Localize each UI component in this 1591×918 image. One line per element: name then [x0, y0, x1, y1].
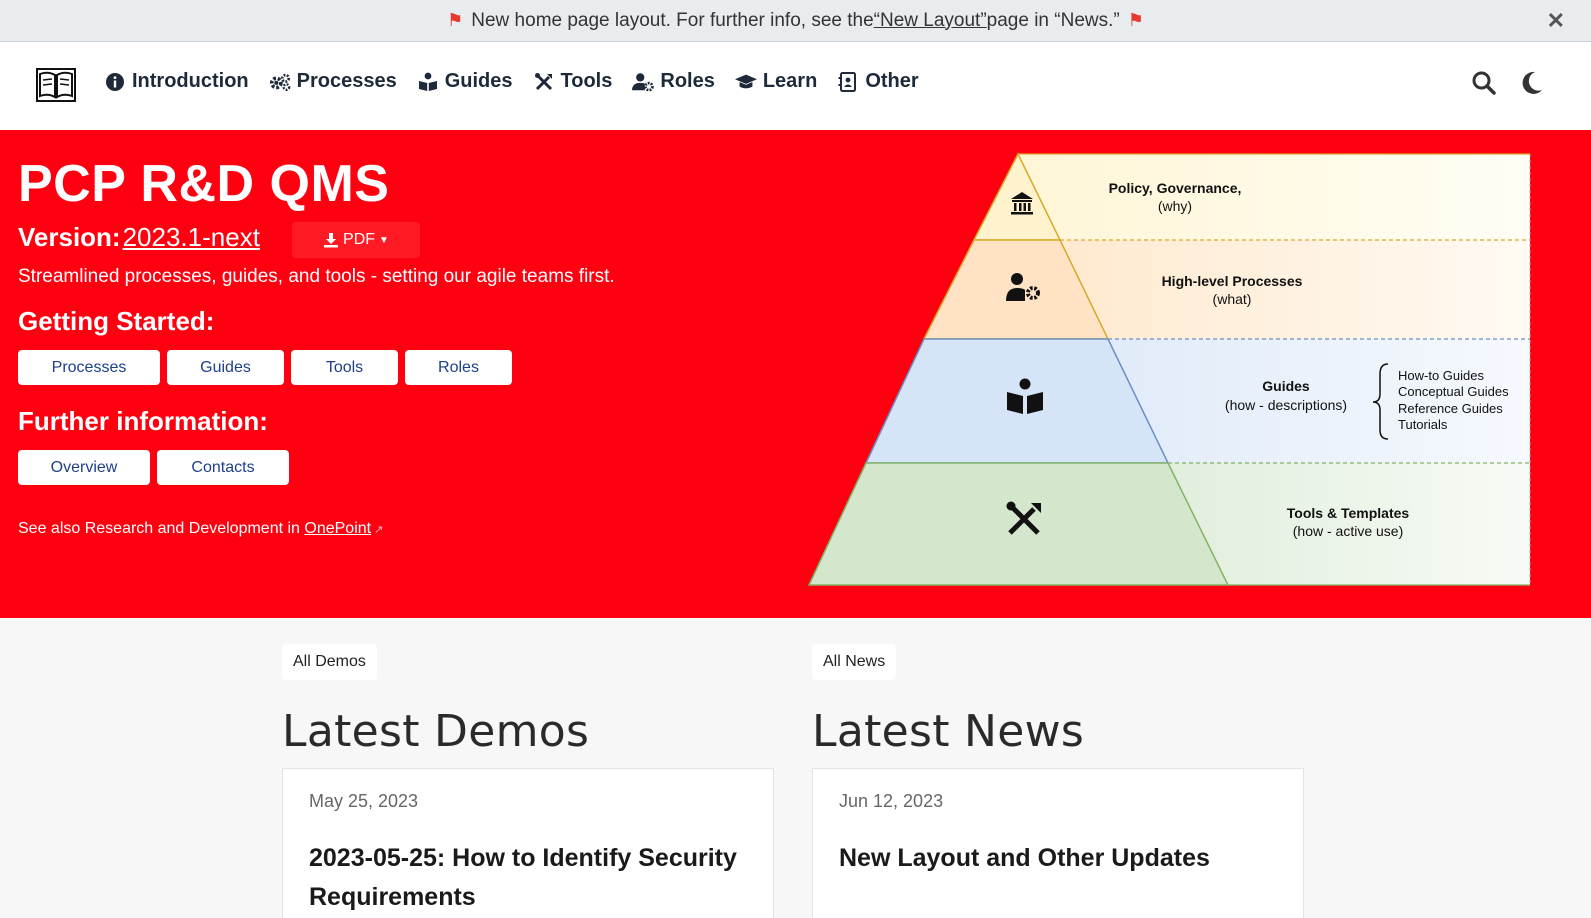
demo-date: May 25, 2023: [309, 791, 419, 811]
pyramid-level-4-title: Tools & Templates: [1287, 505, 1410, 521]
navbar: Introduction Processes Guides Tools Role…: [0, 42, 1591, 130]
all-demos-button[interactable]: All Demos: [282, 644, 377, 680]
pdf-download-button[interactable]: PDF ▼: [292, 222, 420, 258]
nav-right-actions: [1471, 70, 1545, 96]
gears-icon: [269, 73, 290, 91]
further-info-buttons: Overview Contacts: [18, 450, 289, 485]
nav-processes-label: Processes: [296, 70, 397, 92]
getting-started-buttons: Processes Guides Tools Roles: [18, 350, 512, 385]
roles-button[interactable]: Roles: [405, 350, 512, 385]
pyramid-level-2-title: High-level Processes: [1162, 273, 1303, 289]
banner-text-before: New home page layout. For further info, …: [471, 9, 874, 31]
flag-icon: ⚑: [447, 10, 464, 30]
tagline: Streamlined processes, guides, and tools…: [18, 266, 615, 287]
version-line: Version: 2023.1-next: [18, 222, 260, 253]
nav-tools[interactable]: Tools: [533, 70, 613, 93]
external-link-icon: ↗: [371, 524, 384, 536]
moon-icon[interactable]: [1519, 70, 1545, 96]
nav-tools-label: Tools: [560, 70, 613, 92]
banner-text-after: page in “News.”: [986, 9, 1120, 31]
version-label: Version:: [18, 222, 121, 252]
pyramid-level-1-title: Policy, Governance,: [1109, 180, 1242, 196]
guides-button[interactable]: Guides: [167, 350, 284, 385]
user-cog-icon: [632, 72, 655, 91]
nav-guides[interactable]: Guides: [417, 70, 513, 93]
pyramid-level-1-sub: (why): [1158, 198, 1192, 214]
qms-pyramid-diagram: Policy, Governance, (why) High-level Pro…: [808, 152, 1531, 586]
guide-type-conceptual: Conceptual Guides: [1398, 384, 1509, 399]
contacts-button[interactable]: Contacts: [157, 450, 289, 485]
flag-icon: ⚑: [1127, 10, 1144, 30]
see-also-text: See also Research and Development in: [18, 520, 305, 537]
info-circle-icon: [106, 72, 124, 91]
nav-learn[interactable]: Learn: [734, 70, 818, 93]
pdf-label: PDF: [343, 231, 376, 248]
pyramid-level-3-sub: (how - descriptions): [1225, 397, 1347, 413]
book-reader-icon: [418, 72, 437, 91]
pyramid-level-4-sub: (how - active use): [1293, 523, 1403, 539]
pyramid-level-2-sub: (what): [1213, 291, 1252, 307]
main-nav: Introduction Processes Guides Tools Role…: [104, 70, 919, 93]
guide-type-tutorials: Tutorials: [1398, 417, 1448, 432]
latest-news-heading: Latest News: [812, 706, 1085, 757]
onepoint-link[interactable]: OnePoint: [304, 520, 371, 537]
getting-started-heading: Getting Started:: [18, 306, 215, 336]
latest-demos-heading: Latest Demos: [282, 706, 590, 757]
nav-learn-label: Learn: [762, 70, 818, 92]
guide-type-reference: Reference Guides: [1398, 401, 1503, 416]
version-link[interactable]: 2023.1-next: [123, 222, 260, 253]
close-icon[interactable]: ✕: [1547, 8, 1565, 34]
nav-introduction-label: Introduction: [132, 70, 249, 92]
tools-button[interactable]: Tools: [291, 350, 398, 385]
news-card[interactable]: Jun 12, 2023 New Layout and Other Update…: [812, 768, 1304, 918]
news-title[interactable]: New Layout and Other Updates: [839, 839, 1279, 878]
tools-icon: [534, 72, 552, 90]
see-also-line: See also Research and Development in One…: [18, 520, 383, 538]
download-icon: [324, 233, 339, 248]
nav-introduction[interactable]: Introduction: [104, 70, 249, 93]
hero-section: PCP R&D QMS Version: 2023.1-next PDF ▼ S…: [0, 130, 1591, 618]
news-date: Jun 12, 2023: [839, 791, 944, 811]
nav-guides-label: Guides: [444, 70, 513, 92]
demo-card[interactable]: May 25, 2023 2023-05-25: How to Identify…: [282, 768, 774, 918]
processes-button[interactable]: Processes: [18, 350, 160, 385]
page-title: PCP R&D QMS: [18, 155, 390, 213]
guide-type-howto: How-to Guides: [1398, 368, 1484, 383]
book-logo-icon[interactable]: [36, 68, 76, 102]
nav-other[interactable]: Other: [837, 70, 919, 93]
nav-processes[interactable]: Processes: [269, 70, 397, 93]
search-icon[interactable]: [1471, 70, 1497, 96]
demo-title[interactable]: 2023-05-25: How to Identify Security Req…: [309, 839, 749, 917]
overview-button[interactable]: Overview: [18, 450, 150, 485]
nav-roles[interactable]: Roles: [632, 70, 715, 93]
further-info-heading: Further information:: [18, 406, 268, 436]
nav-other-label: Other: [865, 70, 919, 92]
address-book-icon: [838, 71, 857, 92]
pyramid-level-3-title: Guides: [1262, 378, 1310, 394]
banner-new-layout-link[interactable]: “New Layout”: [874, 10, 987, 32]
caret-down-icon: ▼: [379, 234, 389, 246]
all-news-button[interactable]: All News: [812, 644, 897, 680]
graduation-cap-icon: [734, 74, 757, 88]
announcement-banner: ⚑ New home page layout. For further info…: [0, 0, 1591, 42]
nav-roles-label: Roles: [660, 70, 715, 92]
